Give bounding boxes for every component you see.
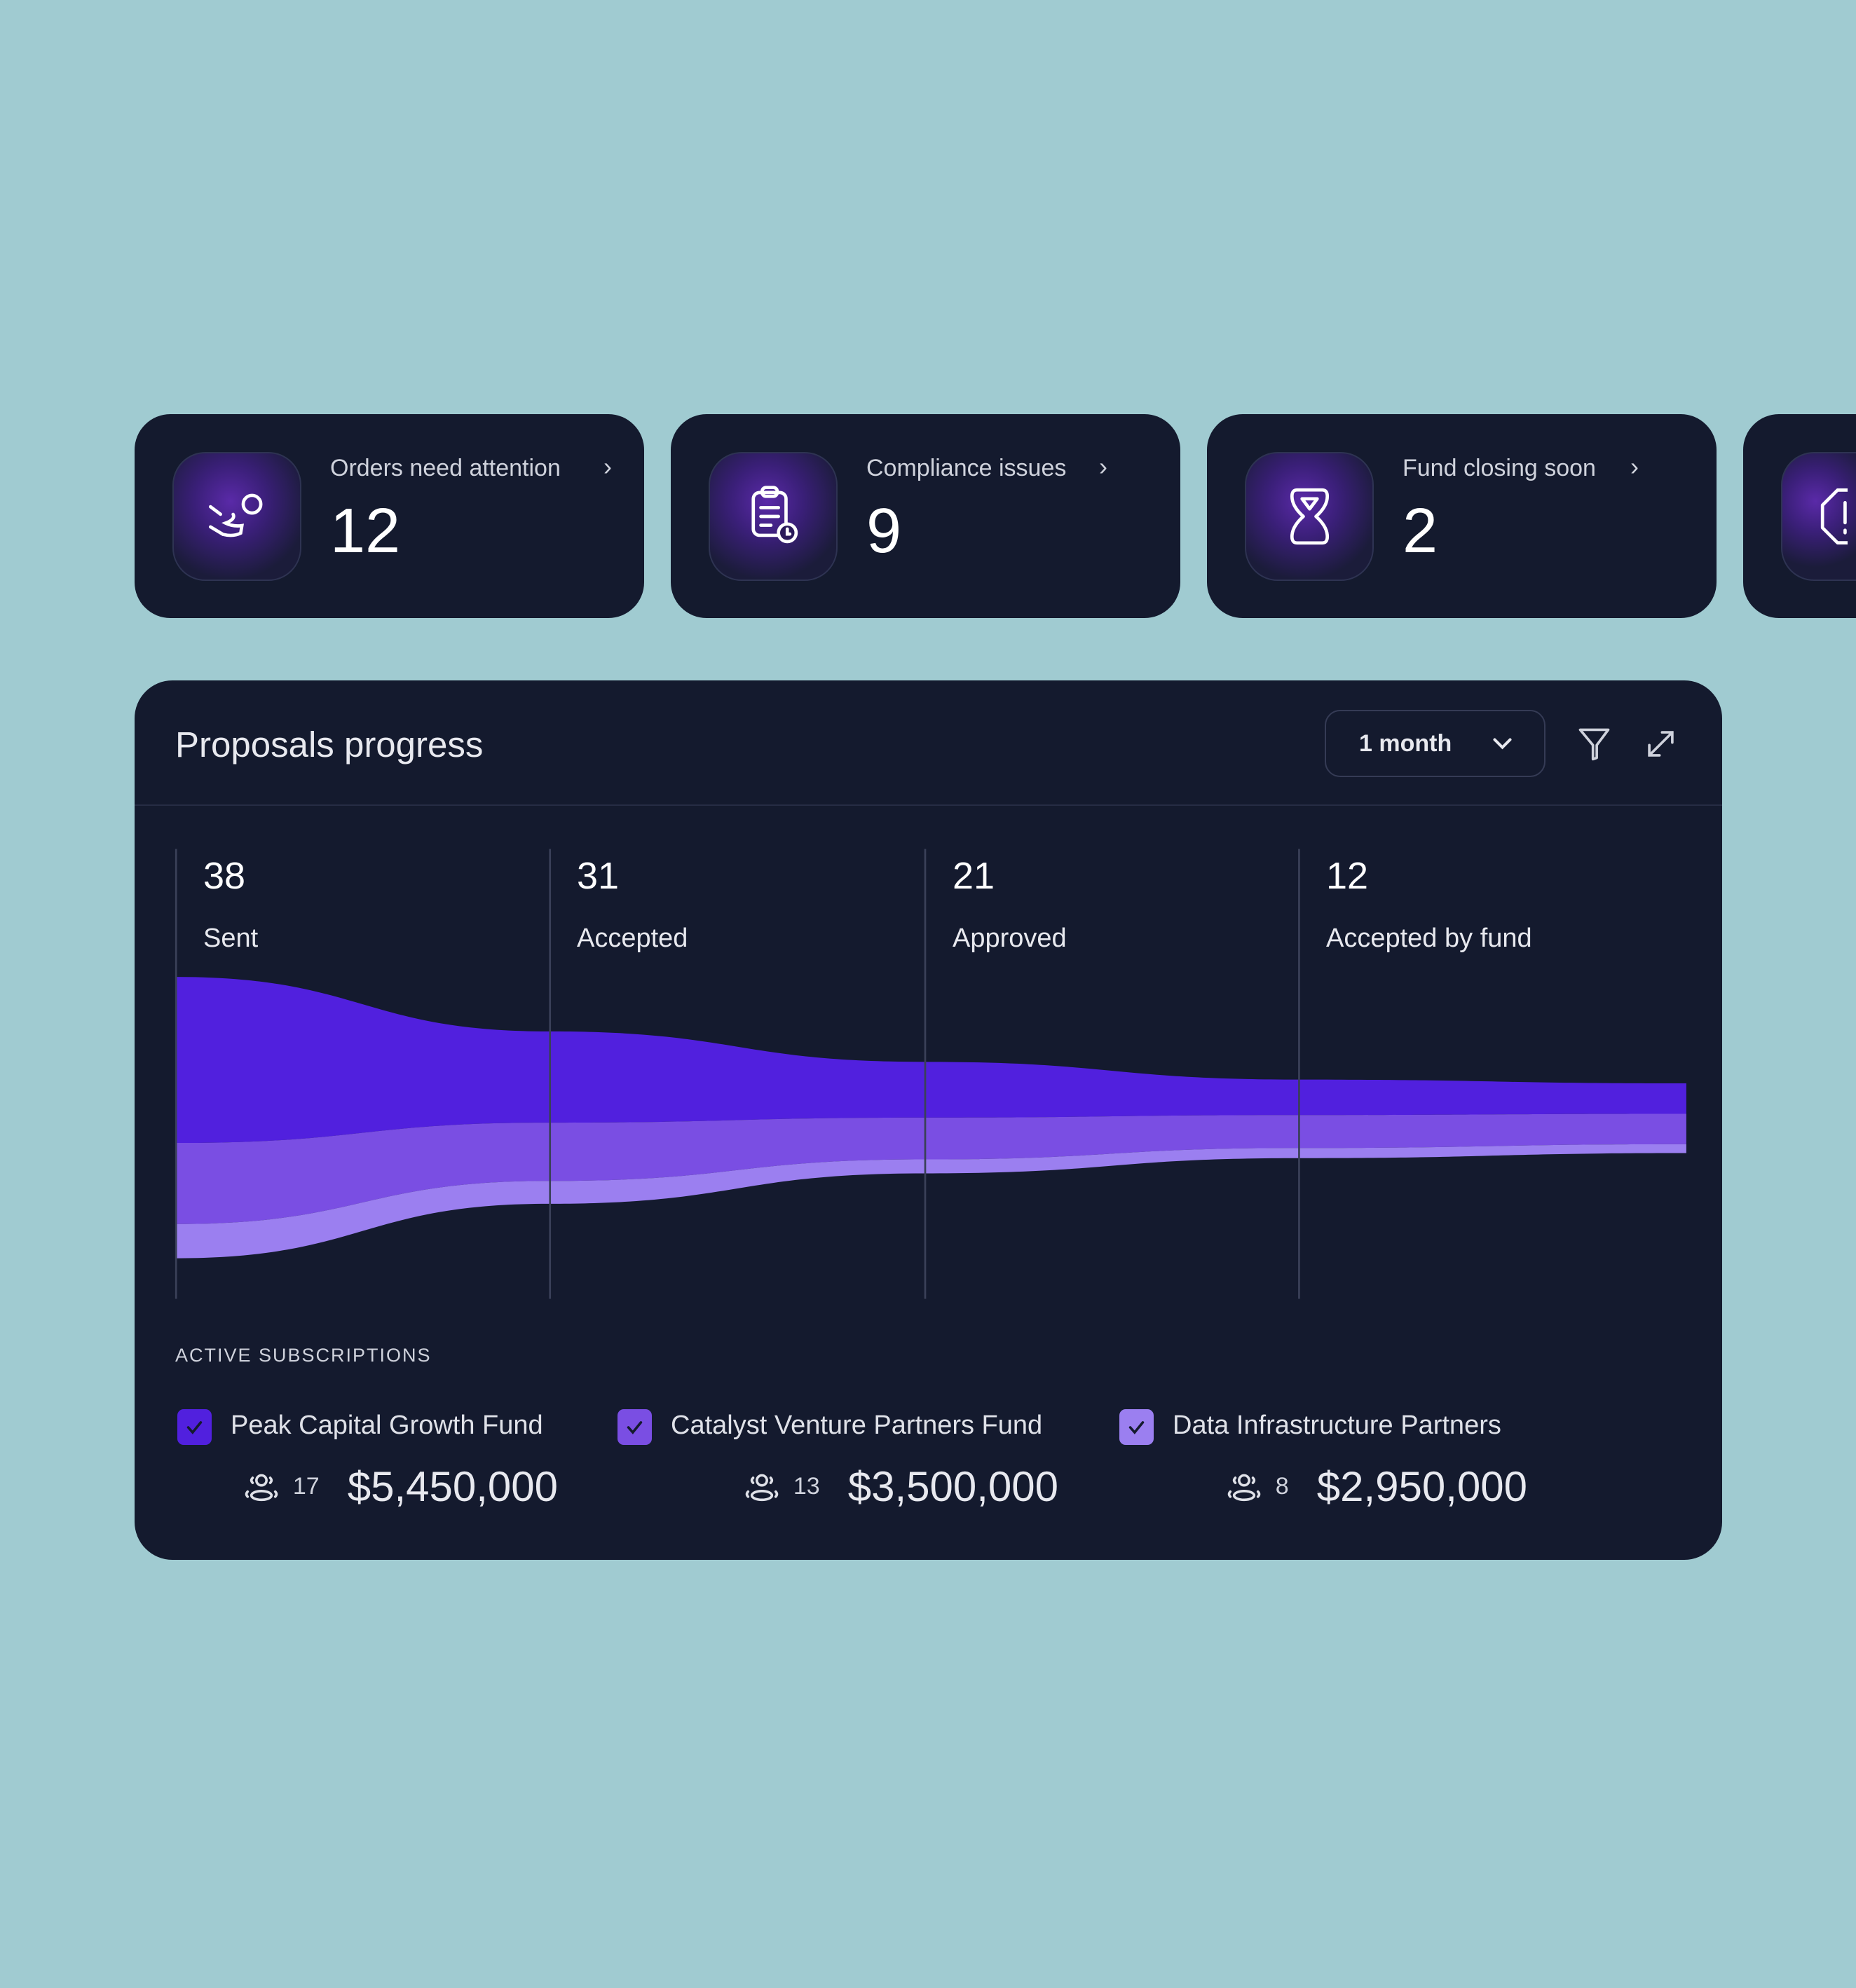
check-icon: [186, 1420, 203, 1434]
alert-hexagon-icon: [1781, 452, 1856, 581]
proposals-progress-panel: Proposals progress 1 month 38 Sent 31 Accep…: [135, 680, 1722, 1560]
stage-label: Approved: [953, 924, 1067, 953]
fund-amount: $3,500,000: [847, 1463, 1058, 1510]
fund-item: Peak Capital Growth Fund 17 $5,450,000: [177, 1409, 558, 1514]
clipboard-clock-icon: [709, 452, 838, 581]
investors-icon: [745, 1474, 779, 1502]
active-subscriptions-label: ACTIVE SUBSCRIPTIONS: [175, 1345, 432, 1366]
card-value: 12: [330, 496, 401, 566]
investor-count: 13: [793, 1473, 820, 1500]
investors-icon: [245, 1474, 278, 1502]
fund-item: Catalyst Venture Partners Fund 13 $3,500…: [617, 1409, 1058, 1514]
fund-checkbox[interactable]: [617, 1409, 652, 1445]
investors-icon: [1227, 1474, 1261, 1502]
chevron-right-icon[interactable]: ›: [1099, 452, 1107, 481]
hourglass-icon: [1245, 452, 1374, 581]
fund-amount: $2,950,000: [1316, 1463, 1527, 1510]
chevron-right-icon[interactable]: ›: [1630, 452, 1639, 481]
stage-label: Accepted: [577, 924, 688, 953]
stage-value: 21: [953, 855, 995, 897]
stage-value: 12: [1326, 855, 1369, 897]
fund-name: Data Infrastructure Partners: [1173, 1411, 1501, 1440]
fund-name: Catalyst Venture Partners Fund: [671, 1411, 1043, 1440]
card-value: 2: [1403, 496, 1438, 566]
fund-checkbox[interactable]: [177, 1409, 212, 1445]
card-label: Fund closing soon: [1403, 455, 1596, 481]
fund-item: Data Infrastructure Partners 8 $2,950,00…: [1119, 1409, 1527, 1514]
chevron-right-icon[interactable]: ›: [603, 452, 612, 481]
card-label: Orders need attention: [330, 455, 561, 481]
fund-name: Peak Capital Growth Fund: [231, 1411, 543, 1440]
stage-label: Sent: [203, 924, 259, 953]
fund-checkbox[interactable]: [1119, 1409, 1154, 1445]
card-label: Compliance issues: [866, 455, 1067, 481]
check-icon: [627, 1420, 643, 1434]
stage-label: Accepted by fund: [1326, 924, 1532, 953]
investor-count: 17: [292, 1473, 320, 1500]
stage-value: 38: [203, 855, 246, 897]
check-icon: [1128, 1420, 1145, 1434]
stage-value: 31: [577, 855, 620, 897]
fund-meta: 17 $5,450,000: [243, 1462, 558, 1511]
fund-meta: 8 $2,950,000: [1225, 1462, 1527, 1511]
card-value: 9: [866, 496, 902, 566]
investor-count: 8: [1275, 1473, 1289, 1500]
hand-coin-icon: [172, 452, 301, 581]
card-fund-closing-soon[interactable]: Fund closing soon › 2: [1207, 414, 1717, 618]
card-orders-need-attention[interactable]: Orders need attention › 12: [135, 414, 644, 618]
card-compliance-issues[interactable]: Compliance issues › 9: [671, 414, 1180, 618]
card-partial[interactable]: [1743, 414, 1856, 618]
fund-amount: $5,450,000: [347, 1463, 558, 1510]
fund-meta: 13 $3,500,000: [743, 1462, 1058, 1511]
